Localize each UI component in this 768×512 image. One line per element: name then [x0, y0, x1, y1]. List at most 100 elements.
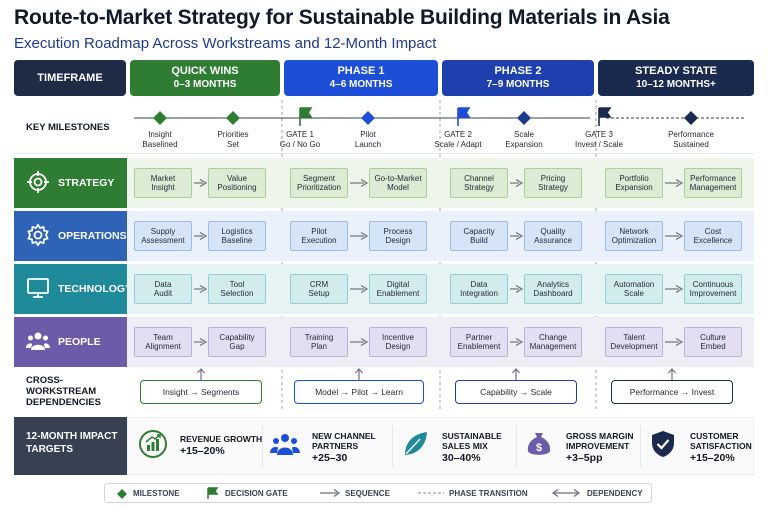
task-line: Data [470, 279, 488, 289]
task-line: Design [385, 342, 411, 351]
task-line: Market [150, 173, 176, 183]
task-box: Change Management [524, 327, 582, 357]
milestone-legend-icon [117, 489, 127, 499]
task-box: Pilot Execution [290, 221, 348, 251]
task-line: Analytics [536, 279, 569, 289]
milestone-label-line: Performance [668, 130, 714, 139]
task-box: Data Audit [134, 274, 192, 304]
task-line: Portfolio [619, 173, 649, 183]
impact-value: +3–5pp [566, 452, 603, 464]
task-box: Tool Selection [208, 274, 266, 304]
task-line: Talent [623, 332, 645, 342]
task-box: Data Integration [450, 274, 508, 304]
task-text: Go-to-Market Model [374, 174, 421, 193]
task-box: Analytics Dashboard [524, 274, 582, 304]
milestone-label: GATE 1 Go / No Go [265, 130, 335, 149]
task-box: Team Alignment [134, 327, 192, 357]
milestone-diamond-icon [517, 111, 531, 125]
task-text: Logistics Baseline [221, 227, 252, 246]
task-box: Portfolio Expansion [605, 168, 663, 198]
task-line: Culture [700, 332, 726, 342]
task-text: Capability Gap [219, 333, 254, 352]
impact-separator [262, 425, 263, 467]
decision-gate-flag-icon [598, 107, 612, 126]
task-text: Supply Assessment [141, 227, 185, 246]
shield-check-icon [652, 431, 674, 457]
leaf-icon [405, 432, 427, 455]
decision-gate-flag-icon [457, 107, 471, 126]
task-line: Plan [310, 342, 327, 351]
legend-transition: PHASE TRANSITION [449, 489, 528, 498]
arrow-right-legend-icon [320, 488, 341, 498]
impact-label: CUSTOMER SATISFACTION [690, 431, 752, 451]
task-box: Digital Enablement [369, 274, 427, 304]
task-box: Quality Assurance [524, 221, 582, 251]
legend-sequence: SEQUENCE [345, 489, 390, 498]
flag-legend-icon [207, 487, 219, 499]
impact-label: GROSS MARGIN IMPROVEMENT [566, 431, 634, 451]
chart-growth-icon [139, 430, 167, 458]
milestone-diamond-icon [226, 111, 240, 125]
task-line: Enablement [376, 289, 420, 298]
task-line: Integration [460, 289, 498, 298]
task-box: Logistics Baseline [208, 221, 266, 251]
dependency-up-arrow [197, 368, 205, 380]
task-line: Logistics [221, 226, 253, 236]
milestone-label: Priorities Set [198, 130, 268, 149]
task-line: Positioning [217, 183, 257, 192]
task-box: Channel Strategy [450, 168, 508, 198]
decision-gate-flag-icon [299, 107, 313, 126]
task-line: Development [610, 342, 658, 351]
impact-label: 12-MONTH IMPACT TARGETS [14, 417, 127, 475]
task-line: Gap [229, 342, 245, 351]
task-text: Culture Embed [700, 333, 726, 352]
task-line: Pricing [540, 173, 566, 183]
task-line: Baseline [221, 236, 253, 245]
task-line: Insight [151, 183, 175, 192]
task-line: Cost [704, 226, 722, 236]
task-line: Process [383, 226, 413, 236]
task-text: Data Audit [154, 280, 172, 299]
task-text: Training Plan [305, 333, 334, 352]
task-text: Portfolio Expansion [615, 174, 652, 193]
task-text: Quality Assurance [534, 227, 572, 246]
dependency-box: Insight → Segments [140, 380, 262, 404]
task-box: Training Plan [290, 327, 348, 357]
task-line: Network [619, 226, 649, 236]
task-box: Supply Assessment [134, 221, 192, 251]
task-text: Segment Prioritization [297, 174, 341, 193]
task-text: Performance Management [690, 174, 737, 193]
task-text: Channel Strategy [464, 174, 494, 193]
impact-target: CUSTOMER SATISFACTION +15–20% [690, 431, 752, 464]
task-box: CRM Setup [290, 274, 348, 304]
task-box: Continuous Improvement [684, 274, 742, 304]
task-line: Performance [690, 173, 736, 183]
task-text: Automation Scale [614, 280, 654, 299]
task-line: Audit [153, 289, 173, 298]
impact-label-line: IMPROVEMENT [566, 441, 630, 451]
impact-separator [392, 425, 393, 467]
impact-value: +25–30 [312, 452, 348, 464]
impact-separator [516, 425, 517, 467]
task-line: Data [154, 279, 172, 289]
task-line: Assessment [141, 236, 185, 245]
dependencies-label: CROSS-WORKSTREAM DEPENDENCIES [26, 374, 101, 408]
svg-text:$: $ [536, 442, 542, 454]
milestone-label-line: Scale / Adapt [434, 139, 482, 149]
impact-label-line: REVENUE GROWTH [180, 434, 263, 444]
task-line: Dashboard [533, 289, 573, 298]
task-line: Tool [229, 279, 245, 289]
impact-target: NEW CHANNEL PARTNERS +25–30 [312, 431, 376, 464]
task-box: Capacity Build [450, 221, 508, 251]
impact-label-line: CUSTOMER [690, 431, 739, 441]
task-text: Analytics Dashboard [533, 280, 572, 299]
milestone-label-line: Expansion [505, 139, 543, 149]
task-text: Data Integration [460, 280, 498, 299]
task-box: Network Optimization [605, 221, 663, 251]
task-line: Digital [386, 279, 410, 289]
milestone-label-line: Launch [354, 139, 382, 149]
task-box: Value Positioning [208, 168, 266, 198]
milestone-label-line: Go / No Go [279, 139, 321, 149]
task-box: Incentive Design [369, 327, 427, 357]
dependency-up-arrow [512, 368, 520, 380]
